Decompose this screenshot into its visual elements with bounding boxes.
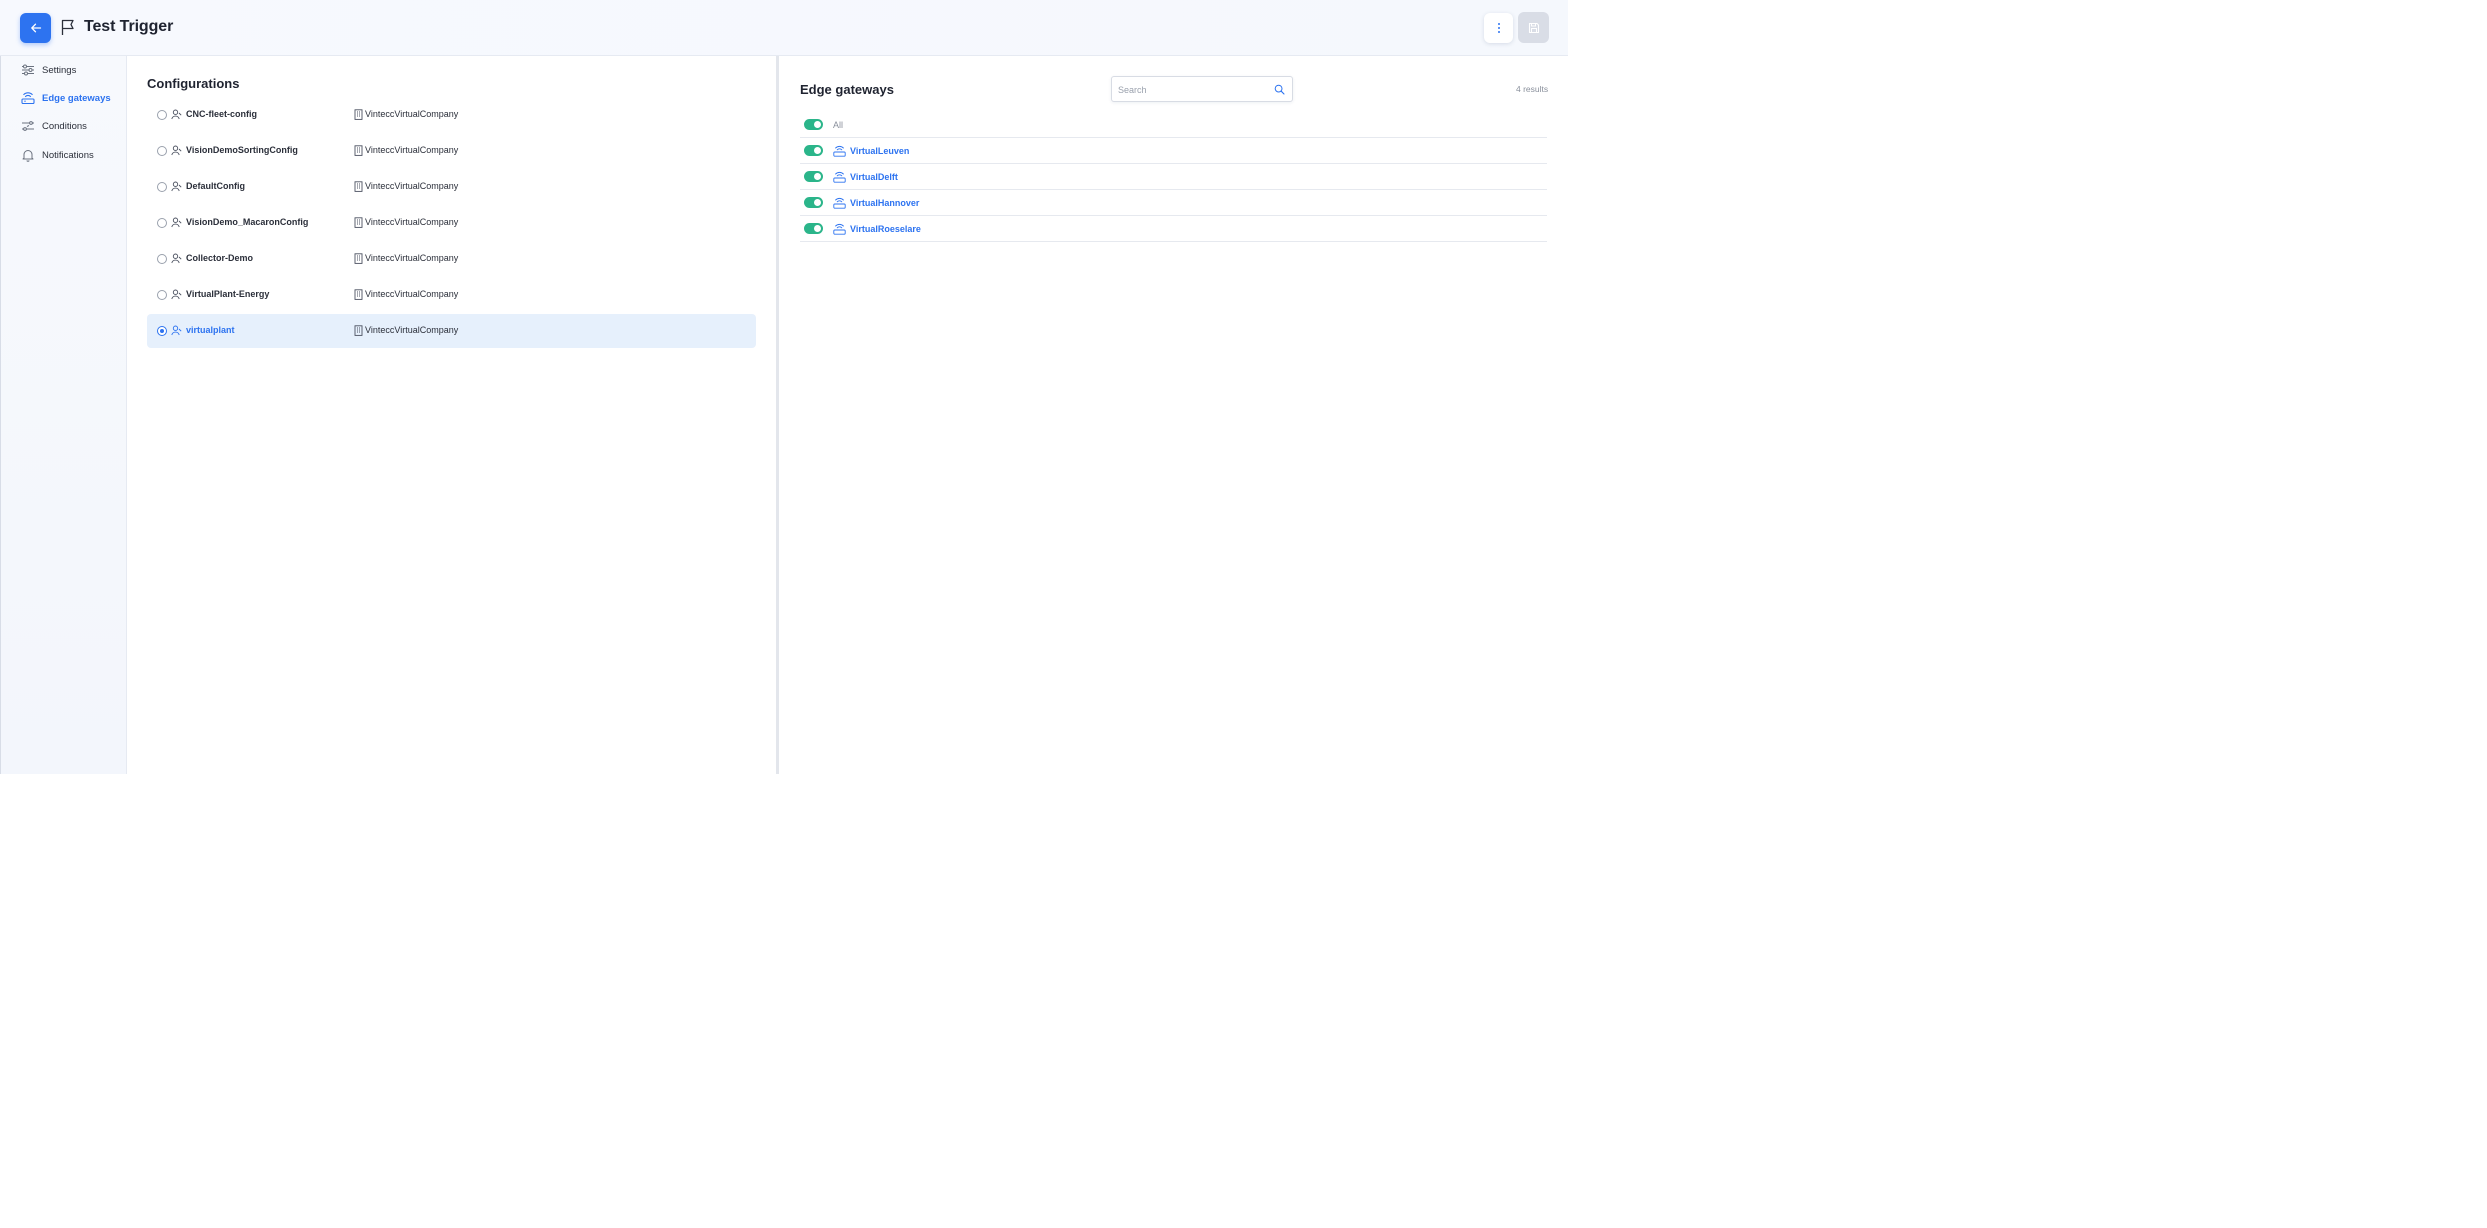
vertical-dots-icon bbox=[1497, 23, 1500, 33]
company-name: VinteccVirtualCompany bbox=[365, 325, 459, 335]
all-label: All bbox=[833, 120, 844, 130]
user-icon bbox=[171, 253, 182, 264]
user-icon bbox=[171, 289, 182, 300]
configuration-radio[interactable] bbox=[157, 110, 167, 120]
company-name: VinteccVirtualCompany bbox=[365, 217, 459, 227]
back-button[interactable] bbox=[20, 13, 51, 43]
conditions-icon bbox=[22, 121, 34, 131]
router-icon bbox=[833, 197, 846, 209]
building-icon bbox=[354, 289, 363, 300]
gateway-row: VirtualHannover bbox=[800, 190, 1547, 216]
configuration-row[interactable]: virtualplant VinteccVirtualCompany bbox=[147, 314, 756, 348]
gateway-row: VirtualDelft bbox=[800, 164, 1547, 190]
gateway-toggle[interactable] bbox=[804, 145, 823, 156]
sidebar-item-label: Settings bbox=[42, 64, 77, 76]
building-icon bbox=[354, 253, 363, 264]
configuration-row[interactable]: CNC-fleet-config VinteccVirtualCompany bbox=[147, 98, 756, 132]
configuration-radio[interactable] bbox=[157, 146, 167, 156]
search-box bbox=[1111, 76, 1293, 102]
gateway-name[interactable]: VirtualHannover bbox=[850, 198, 919, 208]
configuration-name: VirtualPlant-Energy bbox=[186, 289, 270, 299]
configuration-radio[interactable] bbox=[157, 182, 167, 192]
user-icon bbox=[171, 217, 182, 228]
page-title: Test Trigger bbox=[84, 18, 174, 35]
gateway-toggle[interactable] bbox=[804, 171, 823, 182]
configuration-name: CNC-fleet-config bbox=[186, 109, 257, 119]
building-icon bbox=[354, 217, 363, 228]
gateway-toggle[interactable] bbox=[804, 197, 823, 208]
configuration-row[interactable]: VisionDemoSortingConfig VinteccVirtualCom… bbox=[147, 134, 756, 168]
edge-gateways-panel: Edge gateways 4 results All VirtualLeuve… bbox=[779, 56, 1568, 774]
router-icon bbox=[833, 145, 846, 157]
building-icon bbox=[354, 325, 363, 336]
configuration-radio[interactable] bbox=[157, 218, 167, 228]
configuration-name: DefaultConfig bbox=[186, 181, 245, 191]
sidebar-item-notifications[interactable]: Notifications bbox=[21, 145, 121, 165]
more-options-button[interactable] bbox=[1484, 13, 1513, 43]
company-name: VinteccVirtualCompany bbox=[365, 181, 459, 191]
building-icon bbox=[354, 181, 363, 192]
gateway-row: VirtualRoeselare bbox=[800, 216, 1547, 242]
sidebar: Settings Edge gateways Conditions Notifi… bbox=[0, 56, 127, 774]
building-icon bbox=[354, 109, 363, 120]
configuration-row[interactable]: Collector-Demo VinteccVirtualCompany bbox=[147, 242, 756, 276]
bell-icon bbox=[22, 150, 34, 162]
gateway-row: VirtualLeuven bbox=[800, 138, 1547, 164]
sidebar-item-label: Edge gateways bbox=[42, 92, 111, 104]
company-name: VinteccVirtualCompany bbox=[365, 289, 459, 299]
gateway-name[interactable]: VirtualLeuven bbox=[850, 146, 909, 156]
building-icon bbox=[354, 145, 363, 156]
router-icon bbox=[833, 223, 846, 235]
sidebar-item-edge-gateways[interactable]: Edge gateways bbox=[21, 88, 121, 108]
router-icon bbox=[833, 171, 846, 183]
configuration-name: VisionDemoSortingConfig bbox=[186, 145, 298, 155]
toggle-all[interactable] bbox=[804, 119, 823, 130]
user-icon bbox=[171, 109, 182, 120]
company-name: VinteccVirtualCompany bbox=[365, 109, 459, 119]
search-icon[interactable] bbox=[1274, 84, 1285, 95]
user-icon bbox=[171, 325, 182, 336]
configuration-radio[interactable] bbox=[157, 254, 167, 264]
configuration-name: virtualplant bbox=[186, 325, 235, 335]
user-icon bbox=[171, 181, 182, 192]
user-icon bbox=[171, 145, 182, 156]
search-input[interactable] bbox=[1118, 82, 1268, 97]
configuration-row[interactable]: DefaultConfig VinteccVirtualCompany bbox=[147, 170, 756, 204]
arrow-left-icon bbox=[30, 23, 41, 33]
gateway-row-all: All bbox=[800, 112, 1547, 138]
flag-icon bbox=[61, 19, 74, 35]
configurations-panel: Configurations CNC-fleet-config VinteccVi… bbox=[128, 56, 776, 774]
save-icon bbox=[1528, 22, 1539, 33]
save-button[interactable] bbox=[1518, 12, 1549, 43]
configuration-radio[interactable] bbox=[157, 326, 167, 336]
sidebar-item-label: Notifications bbox=[42, 149, 94, 161]
company-name: VinteccVirtualCompany bbox=[365, 253, 459, 263]
configuration-radio[interactable] bbox=[157, 290, 167, 300]
sidebar-item-settings[interactable]: Settings bbox=[21, 60, 121, 80]
results-count: 4 results bbox=[1516, 84, 1549, 94]
sliders-icon bbox=[22, 64, 34, 76]
gateway-name[interactable]: VirtualDelft bbox=[850, 172, 898, 182]
edge-gateways-title: Edge gateways bbox=[800, 82, 894, 97]
gateway-name[interactable]: VirtualRoeselare bbox=[850, 224, 921, 234]
router-icon bbox=[21, 92, 35, 105]
top-bar: Test Trigger bbox=[0, 0, 1568, 56]
configuration-row[interactable]: VirtualPlant-Energy VinteccVirtualCompany bbox=[147, 278, 756, 312]
company-name: VinteccVirtualCompany bbox=[365, 145, 459, 155]
gateway-toggle[interactable] bbox=[804, 223, 823, 234]
sidebar-item-conditions[interactable]: Conditions bbox=[21, 116, 121, 136]
configuration-name: VisionDemo_MacaronConfig bbox=[186, 217, 309, 227]
sidebar-item-label: Conditions bbox=[42, 120, 87, 132]
configurations-title: Configurations bbox=[147, 76, 240, 91]
configuration-name: Collector-Demo bbox=[186, 253, 254, 263]
configuration-row[interactable]: VisionDemo_MacaronConfig VinteccVirtualCo… bbox=[147, 206, 756, 240]
